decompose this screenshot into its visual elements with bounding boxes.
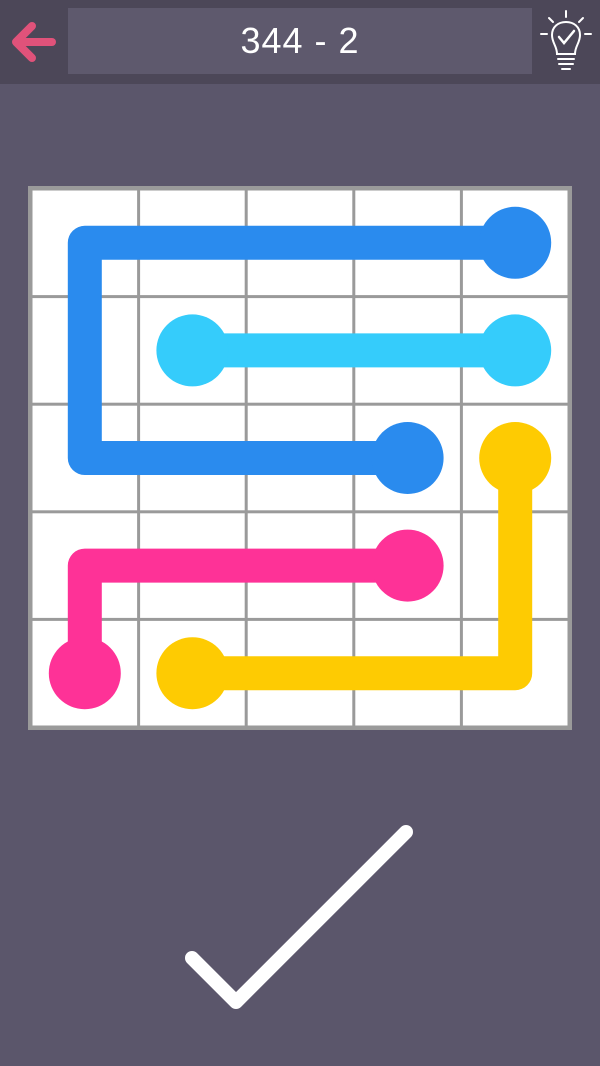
level-title-box: 344 - 2 [68,8,532,74]
checkmark-complete-icon [185,825,413,1009]
pink-endpoint-dot[interactable] [371,529,444,602]
yellow-endpoint-dot[interactable] [479,422,552,494]
cyan-endpoint-dot[interactable] [479,314,552,387]
back-button[interactable] [8,16,60,68]
blue-endpoint-dot[interactable] [479,206,552,279]
cyan-endpoint-dot[interactable] [156,314,229,387]
complete-button[interactable] [180,820,420,1020]
blue-endpoint-dot[interactable] [371,422,444,494]
pink-endpoint-dot[interactable] [48,637,121,710]
yellow-endpoint-dot[interactable] [156,637,229,710]
top-bar: 344 - 2 [0,0,600,84]
level-title: 344 - 2 [240,20,360,61]
lightbulb-hint-icon [540,10,592,70]
back-arrow-icon [12,22,56,62]
game-board[interactable] [28,186,572,730]
hint-button[interactable] [536,6,596,76]
